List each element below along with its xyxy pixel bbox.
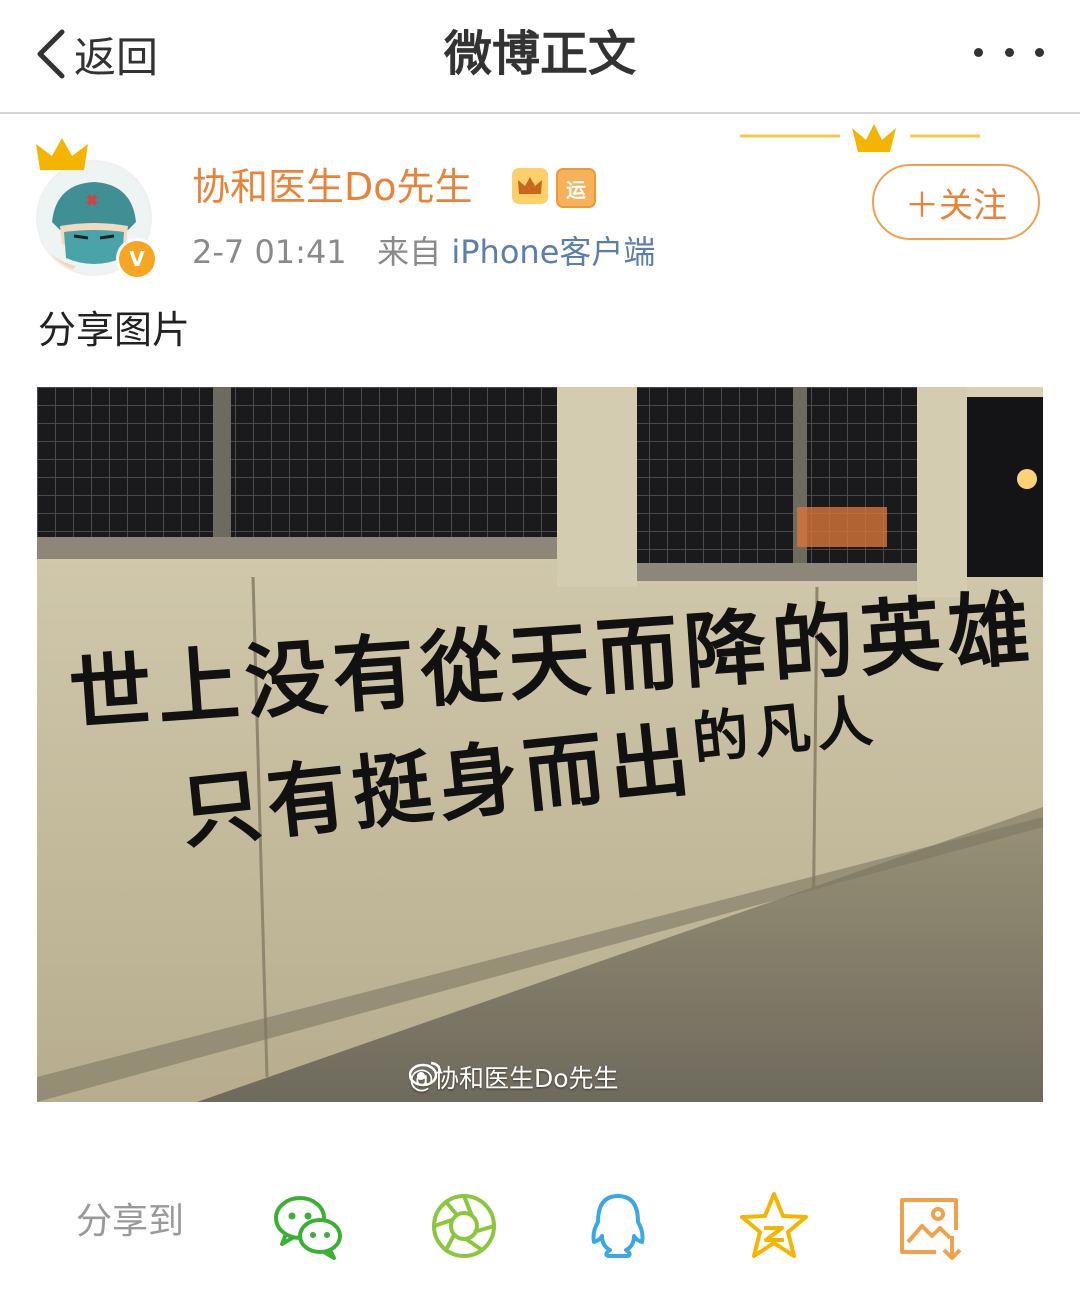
source-prefix: 来自 (377, 233, 442, 271)
top-nav-bar: 返回 微博正文 (0, 0, 1080, 114)
post-source: iPhone客户端 (451, 233, 656, 271)
post-image[interactable]: 世上没有從天而降的英雄 只有挺身而出的凡人 @协和医生Do先生 (37, 387, 1043, 1102)
page-title: 微博正文 (443, 26, 636, 82)
moments-icon[interactable] (426, 1188, 502, 1264)
follow-button[interactable]: ＋关注 (872, 164, 1040, 240)
crown-decoration-icon (740, 124, 980, 152)
qzone-icon[interactable] (736, 1188, 812, 1264)
post-time: 2-7 01:41 (192, 233, 347, 271)
avatar-crown-icon (36, 138, 88, 170)
wechat-icon[interactable] (270, 1188, 346, 1264)
save-image-icon[interactable] (892, 1188, 968, 1264)
share-bar: 分享到 (0, 1168, 1080, 1278)
avatar[interactable]: V (36, 138, 158, 280)
post-meta: 2-7 01:41 来自 iPhone客户端 (192, 228, 655, 276)
image-watermark: @协和医生Do先生 (409, 1059, 619, 1095)
weibo-logo-icon (409, 1061, 442, 1087)
yun-badge[interactable]: 运 (556, 168, 596, 208)
more-dots-icon[interactable] (974, 26, 1044, 78)
post-text: 分享图片 (38, 308, 191, 352)
graffiti-text: 世上没有從天而降的英雄 只有挺身而出的凡人 (37, 387, 1043, 1102)
vip-crown-badge[interactable] (512, 168, 548, 204)
user-badges: 运 (512, 168, 596, 208)
username-link[interactable]: 协和医生Do先生 (192, 160, 473, 214)
qq-icon[interactable] (580, 1188, 656, 1264)
verified-badge: V (116, 238, 158, 280)
graffiti-line-2b: 的凡人 (689, 688, 882, 773)
share-label: 分享到 (76, 1201, 185, 1242)
